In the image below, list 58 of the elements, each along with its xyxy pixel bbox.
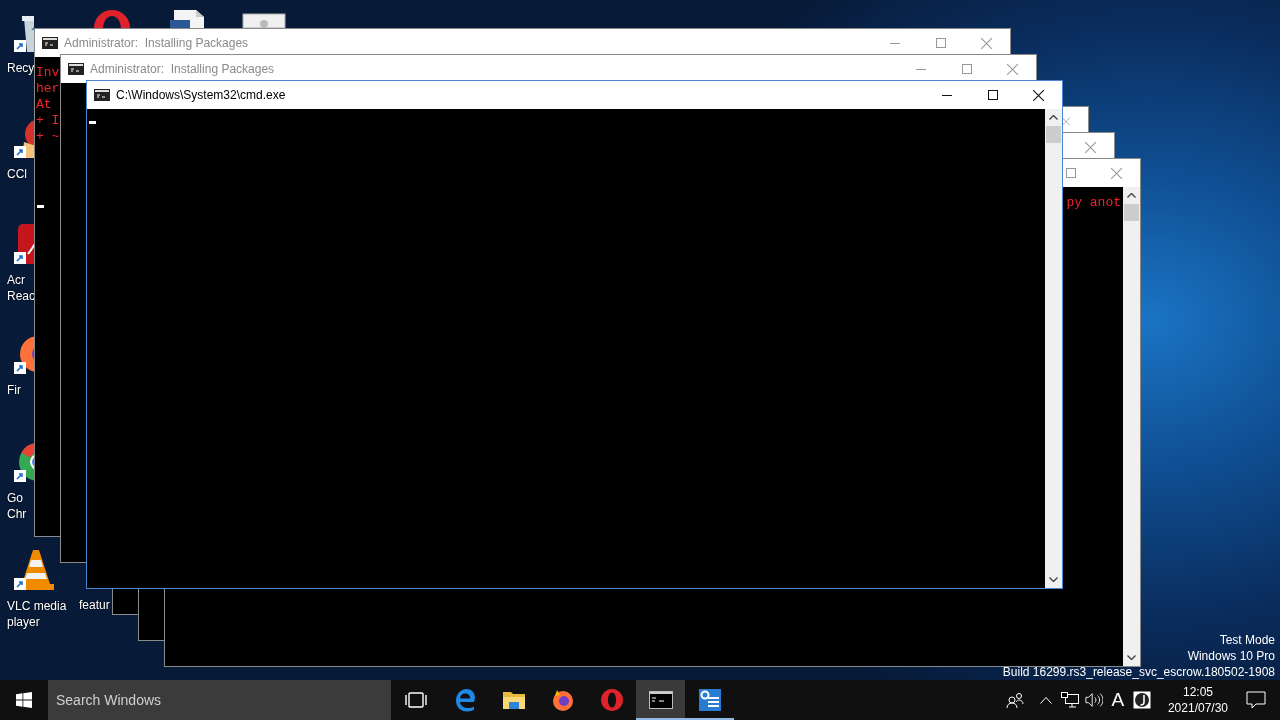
icon-label: featur <box>79 597 110 613</box>
window-title: Administrator: Installing Packages <box>90 62 275 76</box>
close-icon <box>1062 115 1070 127</box>
console-line: her <box>36 81 60 97</box>
console-line: py anot <box>1066 195 1121 211</box>
icon-label: CCl <box>6 166 27 182</box>
close-icon <box>981 37 992 49</box>
close-icon <box>1111 167 1122 179</box>
maximize-icon <box>936 38 946 48</box>
dark-circle-icon <box>1132 691 1151 709</box>
windows-logo-icon <box>16 692 32 708</box>
network-icon <box>1060 692 1079 708</box>
taskbar-button[interactable] <box>636 680 685 720</box>
ring-icon <box>599 688 624 712</box>
system-info-text: Test Mode <box>1219 632 1275 648</box>
scroll-thumb[interactable] <box>1124 204 1139 221</box>
maximize-icon <box>988 90 998 100</box>
system-info-text: Windows 10 Pro <box>1187 648 1275 664</box>
window-title: C:\Windows\System32\cmd.exe <box>116 88 286 102</box>
console-line: Inv <box>36 65 60 81</box>
icon-label: Go Chr <box>6 490 27 522</box>
console-icon <box>68 63 84 75</box>
scroll-thumb[interactable] <box>1046 126 1061 143</box>
icon-label: Recy <box>6 60 35 76</box>
scroll-down-icon[interactable] <box>1049 577 1058 582</box>
scroll-down-icon[interactable] <box>1127 655 1136 660</box>
close-icon <box>1007 63 1018 75</box>
input-indicator-button[interactable]: A <box>1105 680 1130 720</box>
console-icon <box>94 89 110 101</box>
close-icon <box>1033 89 1044 101</box>
icon-label: Acr Reac <box>6 272 35 304</box>
system-info-text: Build 16299.rs3_release_svc_escrow.180502-1908 <box>1002 664 1275 680</box>
chevron-up-icon <box>1039 696 1052 704</box>
console-icon <box>42 37 58 49</box>
scroll-up-icon[interactable] <box>1127 193 1136 198</box>
people-icon <box>1005 692 1024 708</box>
maximize-icon <box>1066 168 1076 178</box>
console-icon <box>648 691 673 709</box>
window-title: Administrator: Installing Packages <box>64 36 249 50</box>
scrollbar[interactable] <box>1045 109 1062 588</box>
console-line: At <box>36 97 52 113</box>
fox-globe-icon <box>550 688 575 712</box>
task-view-icon <box>404 691 427 709</box>
speaker-icon <box>1084 692 1103 708</box>
settings-window-icon <box>697 688 722 712</box>
icon-label: VLC media player <box>6 598 67 630</box>
speech-bubble-icon <box>1246 691 1266 709</box>
console-line: + I <box>36 113 60 129</box>
scroll-up-icon[interactable] <box>1049 115 1058 120</box>
folder-icon <box>501 690 526 710</box>
clock[interactable]: 12:05 2021/07/30 <box>1161 680 1234 720</box>
search-field[interactable]: Search Windows <box>48 680 391 720</box>
scrollbar[interactable] <box>1123 187 1140 666</box>
maximize-icon <box>962 64 972 74</box>
close-icon <box>1085 141 1096 153</box>
icon-label: Fir <box>6 382 21 398</box>
document-swoosh-icon[interactable] <box>14 222 34 266</box>
console-line: + ~ <box>36 129 60 145</box>
